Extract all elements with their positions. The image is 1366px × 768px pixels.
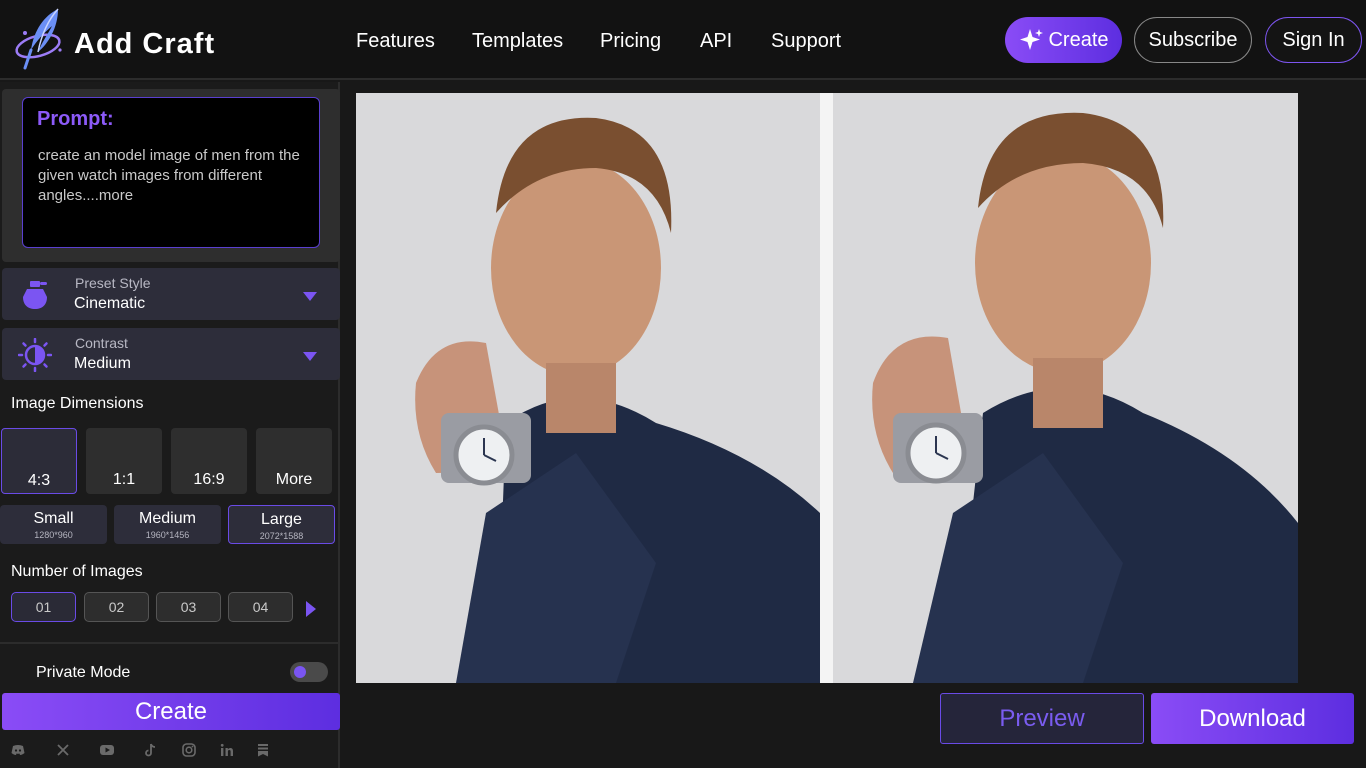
image-count-01-button[interactable]: 01 bbox=[11, 592, 76, 622]
sidebar-divider bbox=[0, 642, 340, 644]
preset-style-select[interactable]: Preset Style Cinematic bbox=[2, 268, 340, 320]
sparkle-icon bbox=[1020, 29, 1044, 50]
preview-area: Preview Download bbox=[342, 82, 1366, 768]
chevron-down-icon bbox=[303, 352, 317, 361]
prompt-title: Prompt: bbox=[37, 108, 114, 130]
contrast-sun-icon bbox=[18, 338, 52, 372]
size-large-resolution: 2072*1588 bbox=[259, 531, 304, 541]
ratio-16-9-button[interactable]: 16:9 bbox=[171, 428, 247, 494]
prompt-panel: Prompt: create an model image of men fro… bbox=[2, 89, 340, 262]
nav-support[interactable]: Support bbox=[771, 30, 841, 53]
instagram-icon[interactable] bbox=[181, 742, 197, 758]
x-icon[interactable] bbox=[55, 742, 71, 758]
settings-sidebar: Prompt: create an model image of men fro… bbox=[0, 82, 340, 768]
size-medium-label: Medium bbox=[139, 510, 196, 527]
header-create-button[interactable]: Create bbox=[1005, 17, 1122, 63]
size-small-label: Small bbox=[33, 510, 74, 527]
quill-feather-icon bbox=[15, 8, 62, 70]
size-large-button[interactable]: Large 2072*1588 bbox=[228, 505, 335, 544]
preview-button[interactable]: Preview bbox=[940, 693, 1144, 744]
brand-logo[interactable]: Add Craft bbox=[14, 6, 224, 74]
size-small-resolution: 1280*960 bbox=[34, 530, 73, 540]
perfume-bottle-icon bbox=[23, 281, 47, 309]
tiktok-icon[interactable] bbox=[142, 742, 158, 758]
number-of-images-label: Number of Images bbox=[11, 563, 143, 580]
contrast-select[interactable]: Contrast Medium bbox=[2, 328, 340, 380]
sign-in-button[interactable]: Sign In bbox=[1265, 17, 1362, 63]
generated-image-2[interactable] bbox=[833, 93, 1298, 683]
header-create-label: Create bbox=[1048, 28, 1109, 51]
image-dimensions-label: Image Dimensions bbox=[11, 395, 144, 412]
brand-name: Add Craft bbox=[74, 28, 216, 60]
nav-pricing[interactable]: Pricing bbox=[600, 30, 661, 53]
download-button[interactable]: Download bbox=[1151, 693, 1354, 744]
nav-features[interactable]: Features bbox=[356, 30, 435, 53]
image-count-02-button[interactable]: 02 bbox=[84, 592, 149, 622]
image-count-04-button[interactable]: 04 bbox=[228, 592, 293, 622]
contrast-caption: Contrast bbox=[75, 335, 128, 351]
prompt-text: create an model image of men from the gi… bbox=[38, 147, 300, 204]
ratio-more-button[interactable]: More bbox=[256, 428, 332, 494]
private-mode-label: Private Mode bbox=[36, 664, 131, 681]
preset-style-caption: Preset Style bbox=[75, 275, 151, 291]
chevron-right-icon[interactable] bbox=[305, 600, 317, 618]
prompt-input[interactable]: Prompt: create an model image of men fro… bbox=[22, 97, 320, 248]
preset-style-value: Cinematic bbox=[74, 295, 146, 312]
create-button[interactable]: Create bbox=[2, 693, 340, 730]
toggle-knob bbox=[294, 666, 306, 678]
substack-icon[interactable] bbox=[255, 742, 271, 758]
subscribe-button[interactable]: Subscribe bbox=[1134, 17, 1252, 63]
ratio-1-1-button[interactable]: 1:1 bbox=[86, 428, 162, 494]
ratio-4-3-button[interactable]: 4:3 bbox=[1, 428, 77, 494]
size-medium-button[interactable]: Medium 1960*1456 bbox=[114, 505, 221, 544]
youtube-icon[interactable] bbox=[99, 742, 115, 758]
private-mode-toggle[interactable] bbox=[290, 662, 328, 682]
top-navigation-bar: Add Craft Features Templates Pricing API… bbox=[0, 0, 1366, 80]
size-small-button[interactable]: Small 1280*960 bbox=[0, 505, 107, 544]
discord-icon[interactable] bbox=[10, 742, 26, 758]
nav-templates[interactable]: Templates bbox=[472, 30, 563, 53]
generated-image-1[interactable] bbox=[356, 93, 820, 683]
image-count-03-button[interactable]: 03 bbox=[156, 592, 221, 622]
size-large-label: Large bbox=[261, 511, 302, 528]
nav-api[interactable]: API bbox=[700, 30, 732, 53]
size-medium-resolution: 1960*1456 bbox=[145, 530, 190, 540]
chevron-down-icon bbox=[303, 292, 317, 301]
contrast-value: Medium bbox=[74, 355, 131, 372]
linkedin-icon[interactable] bbox=[219, 742, 235, 758]
image-separator bbox=[820, 93, 833, 683]
